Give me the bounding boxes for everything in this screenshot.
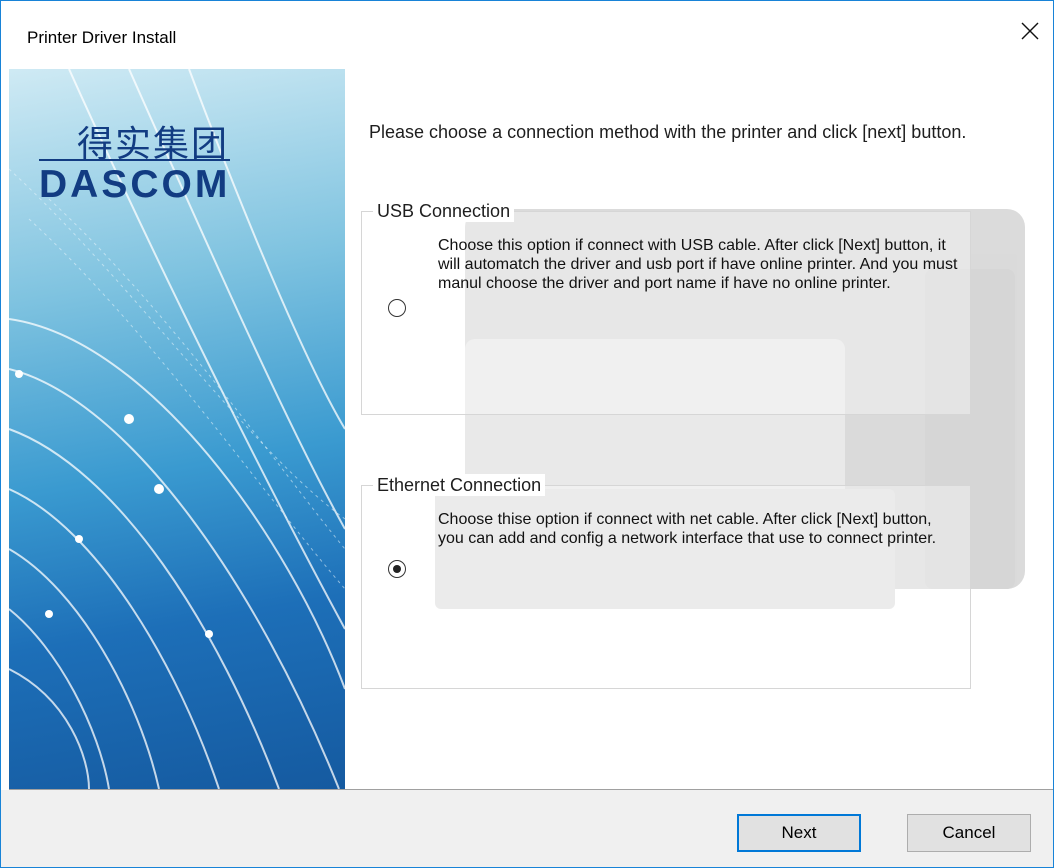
close-button[interactable] [1007, 11, 1053, 51]
installer-window: Printer Driver Install 得实集团 DASCOM Pleas… [0, 0, 1054, 868]
window-title: Printer Driver Install [27, 28, 177, 47]
close-icon [1021, 22, 1039, 40]
ethernet-connection-group: Ethernet Connection Choose thise option … [361, 474, 971, 689]
footer-bar: Next Cancel [1, 790, 1053, 867]
usb-connection-group: USB Connection Choose this option if con… [361, 200, 971, 415]
dascom-logo: DASCOM [39, 159, 231, 207]
usb-connection-legend: USB Connection [373, 200, 515, 222]
side-banner: 得实集团 DASCOM [9, 69, 345, 789]
ethernet-connection-description: Choose thise option if connect with net … [438, 511, 937, 547]
usb-connection-radio[interactable] [388, 299, 406, 317]
title-bar: Printer Driver Install [1, 1, 1053, 69]
ethernet-connection-radio[interactable] [388, 560, 406, 578]
next-button[interactable]: Next [737, 814, 861, 852]
ethernet-connection-legend: Ethernet Connection [373, 474, 546, 496]
cancel-button[interactable]: Cancel [907, 814, 1031, 852]
usb-connection-description: Choose this option if connect with USB c… [438, 237, 958, 292]
instruction-text: Please choose a connection method with t… [369, 122, 967, 142]
main-panel: Please choose a connection method with t… [345, 69, 1053, 789]
